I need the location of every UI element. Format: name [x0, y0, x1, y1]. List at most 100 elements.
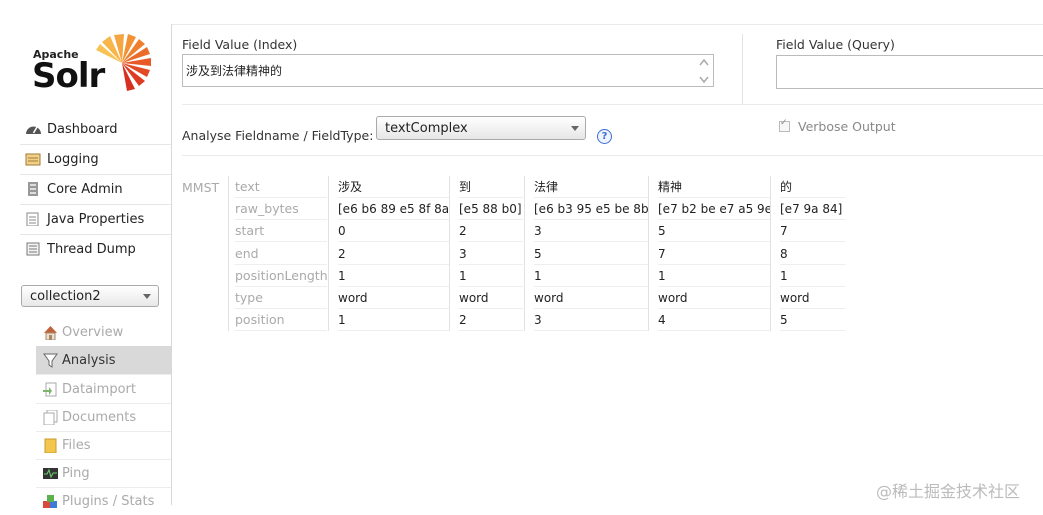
- token-cell: [e5 88 b0]: [459, 198, 523, 220]
- token-cell: 0: [338, 220, 450, 242]
- solr-sun-icon: [96, 34, 151, 91]
- collection-select-value: collection2: [30, 288, 101, 304]
- top-divider: [172, 24, 1043, 25]
- token-cell: [e6 b3 95 e5 be 8b]: [534, 198, 648, 220]
- core-menu-documents[interactable]: Documents: [36, 403, 171, 432]
- results-divider: [182, 155, 1043, 156]
- nav-thread-dump-label: Thread Dump: [47, 241, 136, 257]
- nav-java-properties[interactable]: Java Properties: [20, 204, 171, 235]
- collection-select[interactable]: collection2: [21, 285, 159, 307]
- core-menu-analysis-label: Analysis: [62, 352, 116, 368]
- token-cell: [e7 b2 be e7 a5 9e]: [658, 198, 770, 220]
- sidebar: Apache Solr Dashboard Logging Core Admin…: [0, 0, 172, 509]
- token-cell: word: [534, 287, 648, 309]
- token-cell: 1: [780, 265, 845, 287]
- token-cell: 3: [534, 220, 648, 242]
- fieldtype-select[interactable]: textComplex: [376, 116, 586, 140]
- attr-name: text: [235, 176, 327, 198]
- plugins-icon: [43, 494, 58, 509]
- core-menu-analysis[interactable]: Analysis: [36, 346, 171, 375]
- core-menu-plugins-stats-label: Plugins / Stats: [62, 493, 155, 509]
- core-admin-icon: [25, 182, 42, 196]
- token-cell: word: [780, 287, 845, 309]
- token-cell: [e7 9a 84]: [780, 198, 845, 220]
- folder-icon: [43, 438, 58, 453]
- core-menu-ping[interactable]: Ping: [36, 459, 171, 488]
- java-properties-icon: [25, 212, 42, 227]
- nav-java-properties-label: Java Properties: [47, 211, 145, 227]
- dataimport-icon: [43, 382, 58, 397]
- nav-thread-dump[interactable]: Thread Dump: [20, 234, 171, 264]
- core-menu-documents-label: Documents: [62, 409, 137, 425]
- dashboard-icon: [25, 122, 42, 136]
- token-cell: 5: [534, 243, 648, 265]
- token-cell: 2: [459, 220, 523, 242]
- funnel-icon: [43, 353, 58, 368]
- index-value-text: 涉及到法律精神的: [186, 64, 283, 78]
- token-cell: [e6 b6 89 e5 8f 8a]: [338, 198, 450, 220]
- attr-name: raw_bytes: [235, 198, 327, 220]
- core-menu-files-label: Files: [62, 437, 91, 453]
- core-menu-ping-label: Ping: [62, 465, 90, 481]
- chevron-down-icon: [571, 125, 579, 131]
- textarea-scrollbar[interactable]: [697, 56, 711, 86]
- logging-icon: [25, 152, 42, 166]
- verbose-output-toggle[interactable]: Verbose Output: [779, 118, 896, 134]
- token-cell: 2: [459, 309, 523, 331]
- query-value-textarea[interactable]: [776, 55, 1043, 89]
- token-cell: 3: [459, 243, 523, 265]
- token-column-separator: [328, 176, 329, 331]
- home-icon: [43, 325, 58, 340]
- thread-dump-icon: [25, 242, 42, 256]
- help-icon[interactable]: ?: [597, 129, 612, 144]
- token-cell: 5: [658, 220, 770, 242]
- form-divider: [182, 104, 1043, 105]
- documents-icon: [43, 409, 58, 425]
- token-cell: 1: [534, 265, 648, 287]
- core-menu-files[interactable]: Files: [36, 431, 171, 460]
- analysis-panel: Field Value (Index) 涉及到法律精神的 Field Value…: [172, 24, 1043, 505]
- token-column-separator: [770, 176, 771, 331]
- token-cell: word: [338, 287, 450, 309]
- analysis-stage-name: MMST: [182, 180, 220, 195]
- index-value-textarea[interactable]: 涉及到法律精神的: [182, 54, 714, 87]
- attr-name: end: [235, 243, 327, 265]
- core-menu-overview-label: Overview: [62, 324, 124, 340]
- token-cell: 5: [780, 309, 845, 331]
- token-cell: 1: [459, 265, 523, 287]
- token-cell: 7: [780, 220, 845, 242]
- token-cell: 7: [658, 243, 770, 265]
- token-cell: 1: [658, 265, 770, 287]
- watermark-text: @稀土掘金技术社区: [876, 482, 1021, 501]
- token-cell: 涉及: [338, 176, 450, 198]
- nav-core-admin[interactable]: Core Admin: [20, 174, 171, 205]
- token-cell: 1: [338, 265, 450, 287]
- core-menu-overview[interactable]: Overview: [36, 318, 171, 347]
- attr-name: start: [235, 220, 327, 242]
- solr-logo[interactable]: Apache Solr: [32, 32, 154, 98]
- fieldtype-select-value: textComplex: [385, 120, 468, 136]
- fieldtype-label: Analyse Fieldname / FieldType:: [182, 128, 374, 143]
- nav-dashboard-label: Dashboard: [47, 121, 118, 137]
- attr-name: position: [235, 309, 327, 331]
- core-menu-dataimport-label: Dataimport: [62, 381, 136, 397]
- nav-dashboard[interactable]: Dashboard: [20, 114, 171, 145]
- token-column-separator: [449, 176, 450, 331]
- nav-logging[interactable]: Logging: [20, 144, 171, 175]
- query-field-label: Field Value (Query): [776, 37, 895, 52]
- token-column-separator: [648, 176, 649, 331]
- core-menu-dataimport[interactable]: Dataimport: [36, 375, 171, 404]
- token-column-separator: [524, 176, 525, 331]
- nav-core-admin-label: Core Admin: [47, 181, 123, 197]
- index-field-label: Field Value (Index): [182, 37, 298, 52]
- core-menu-plugins-stats[interactable]: Plugins / Stats: [36, 487, 171, 515]
- verbose-output-checkbox[interactable]: [779, 118, 790, 132]
- token-cell: 的: [780, 176, 845, 198]
- index-query-divider: [742, 34, 743, 104]
- token-cell: word: [459, 287, 523, 309]
- attr-name: positionLength: [235, 265, 328, 287]
- ping-icon: [43, 466, 58, 481]
- token-cell: 4: [658, 309, 770, 331]
- verbose-output-label: Verbose Output: [798, 119, 896, 134]
- token-cell: 8: [780, 243, 845, 265]
